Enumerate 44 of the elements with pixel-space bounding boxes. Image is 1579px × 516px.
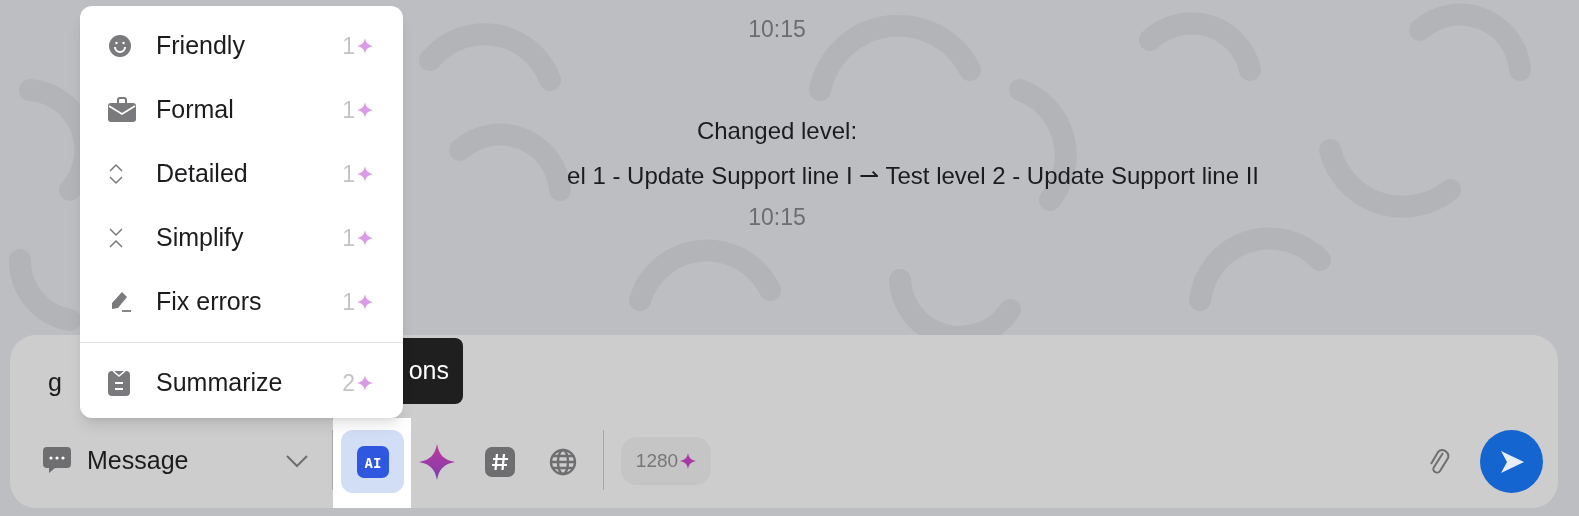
menu-item-label: Formal xyxy=(156,94,235,126)
menu-item-label: Friendly xyxy=(156,30,246,62)
chat-bubble-icon xyxy=(43,447,71,474)
menu-item-label: Detailed xyxy=(156,158,249,190)
send-icon xyxy=(1498,449,1525,474)
collapse-icon xyxy=(108,226,124,250)
menu-item-label: Summarize xyxy=(156,367,284,399)
cost-count: 1 xyxy=(342,159,355,189)
menu-item[interactable]: Simplify 1 xyxy=(80,206,403,270)
menu-item[interactable]: Formal 1 xyxy=(80,78,403,142)
input-text[interactable]: g xyxy=(48,364,62,402)
cost-count: 2 xyxy=(342,368,355,398)
sparkle-icon xyxy=(357,230,373,246)
expand-icon xyxy=(108,162,124,186)
ai-icon: AI xyxy=(356,445,389,478)
smiley-icon xyxy=(108,34,132,58)
cost-count: 1 xyxy=(342,31,355,61)
event-detail: el 1 - Update Support line I ⇀ Test level 2 - Update Support line II xyxy=(567,161,1259,191)
cost-count: 1 xyxy=(342,223,355,253)
globe-icon xyxy=(548,447,577,476)
menu-item-label: Fix errors xyxy=(156,286,263,318)
sparkle-icon xyxy=(357,166,373,182)
menu-item-label: Simplify xyxy=(156,222,245,254)
briefcase-icon xyxy=(108,97,136,123)
credits-count: 1280 xyxy=(635,448,679,473)
clipboard-icon xyxy=(108,370,130,396)
menu-item[interactable]: Friendly 1 xyxy=(80,14,403,78)
ai-tool-button[interactable]: AI xyxy=(341,430,404,493)
sparkle-icon xyxy=(357,102,373,118)
cost-count: 1 xyxy=(342,287,355,317)
chevron-down-icon xyxy=(286,454,308,468)
event-title: Changed level: xyxy=(695,116,859,146)
menu-item[interactable]: Detailed 1 xyxy=(80,142,403,206)
sparkle-icon xyxy=(357,375,373,391)
sparkle-icon xyxy=(680,453,697,469)
menu-item[interactable]: Fix errors 1 xyxy=(80,270,403,334)
cost-count: 1 xyxy=(342,95,355,125)
sparkle-icon xyxy=(357,294,373,310)
sparkle-icon xyxy=(418,443,455,480)
message-time: 10:15 xyxy=(747,15,807,44)
mode-dropdown[interactable]: Message xyxy=(80,438,310,484)
message-time: 10:15 xyxy=(747,203,807,232)
paperclip-icon xyxy=(1428,447,1450,477)
sparkle-icon xyxy=(357,38,373,54)
